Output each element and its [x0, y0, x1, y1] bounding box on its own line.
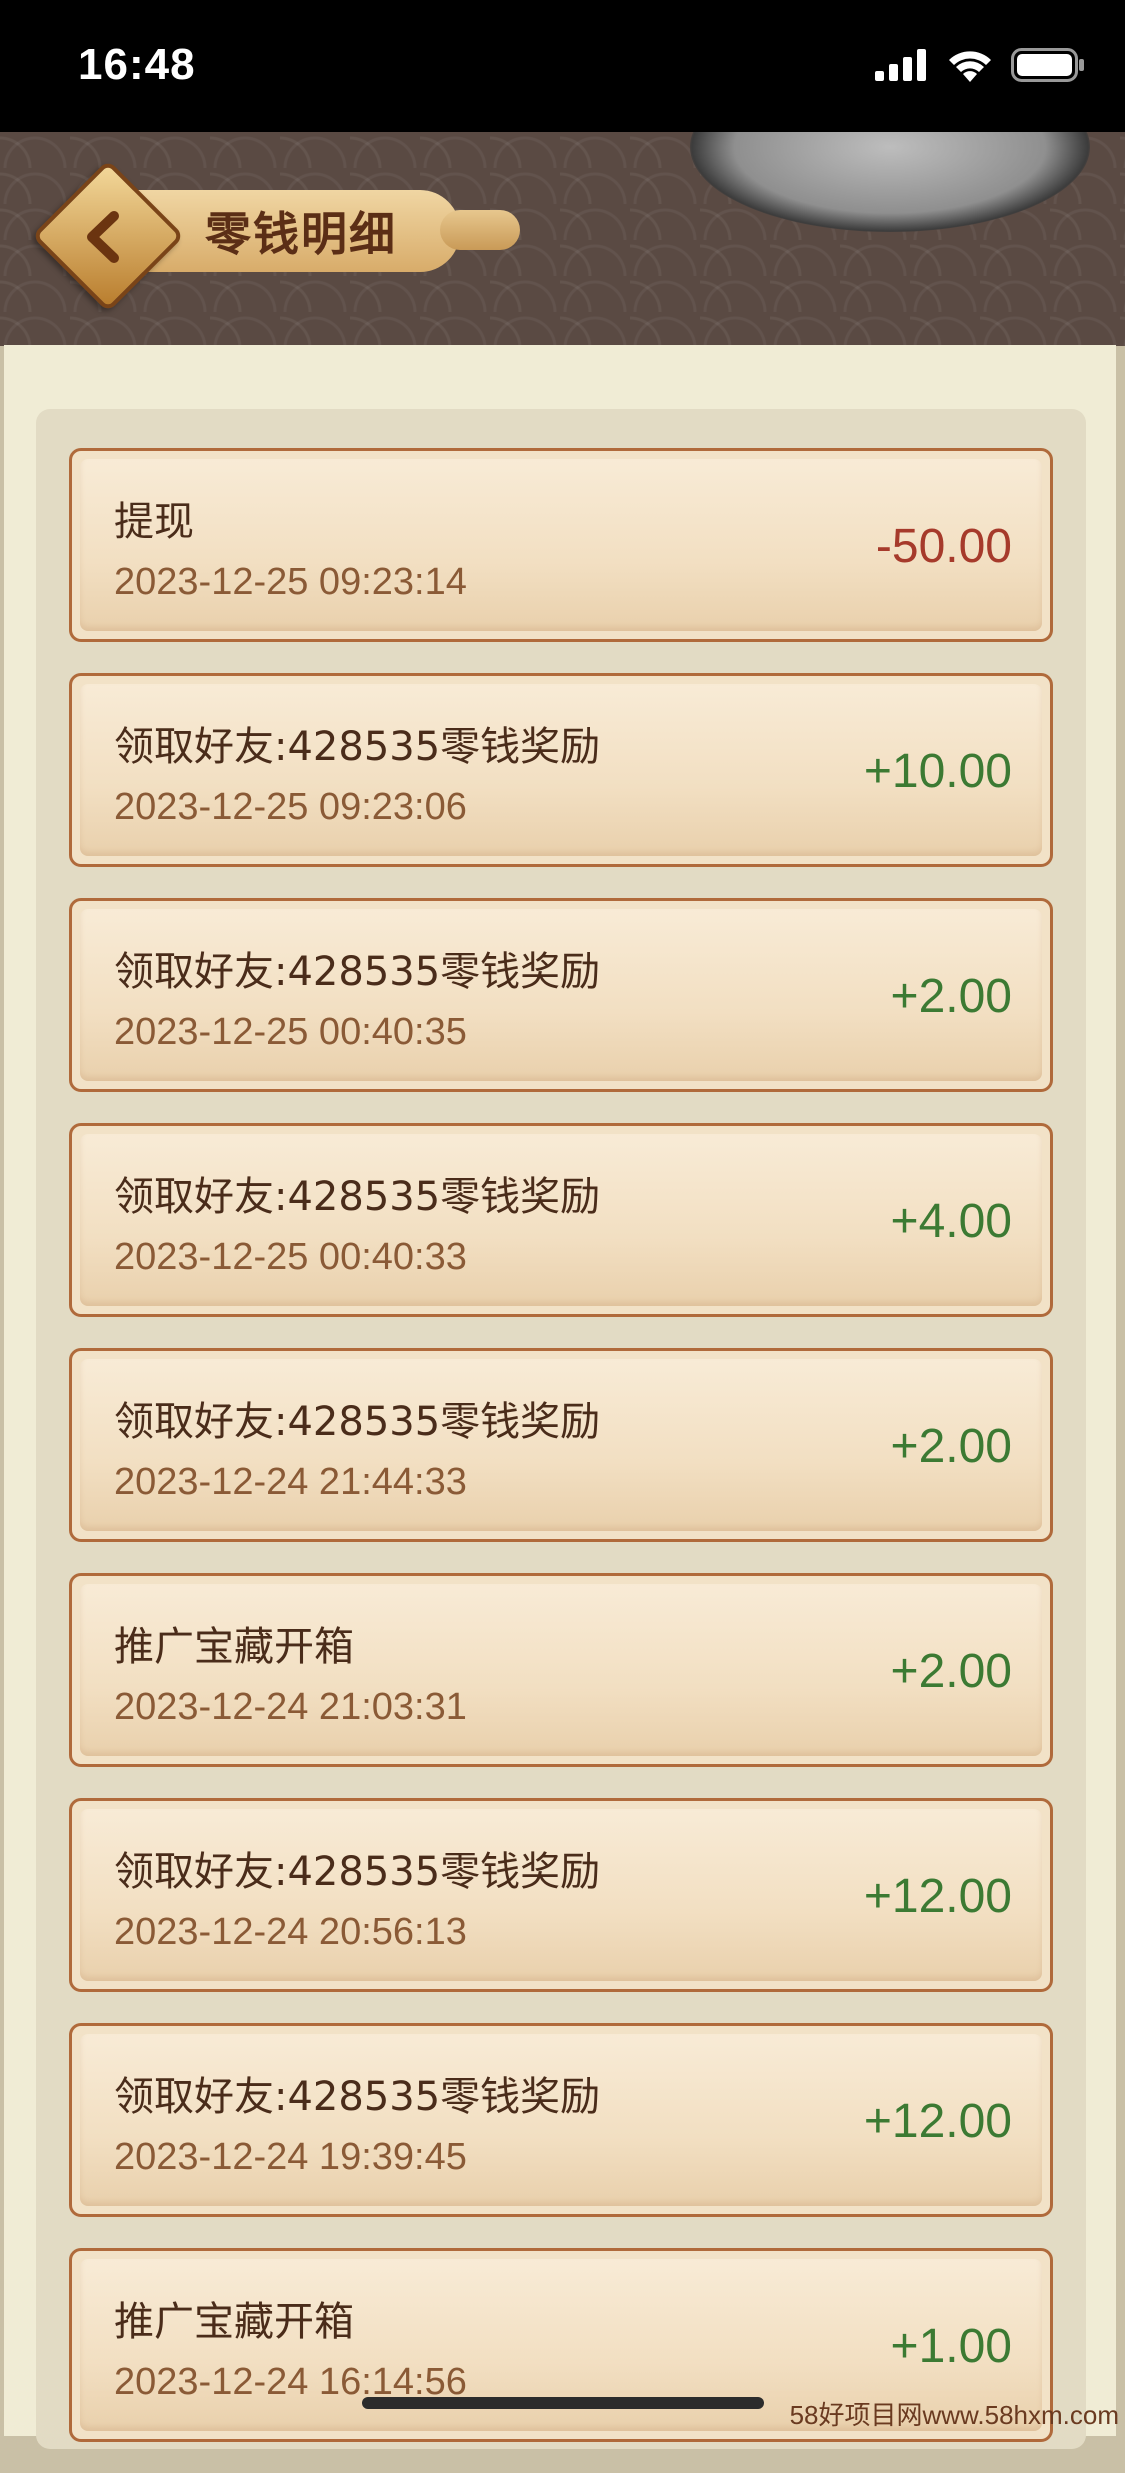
transaction-title: 推广宝藏开箱: [114, 1624, 354, 1670]
transaction-amount: -50.00: [875, 520, 1012, 573]
transaction-amount: +2.00: [890, 970, 1012, 1023]
transaction-time: 2023-12-24 21:44:33: [114, 1461, 467, 1503]
title-ribbon-tail: [440, 210, 520, 250]
watermark: 58好项目网www.58hxm.com: [789, 2400, 1119, 2430]
transaction-amount: +12.00: [863, 2095, 1012, 2148]
transaction-card: 领取好友:428535零钱奖励 2023-12-24 20:56:13 +12.…: [80, 1809, 1042, 1981]
transaction-title: 推广宝藏开箱: [114, 2299, 354, 2345]
transaction-title: 领取好友:428535零钱奖励: [114, 724, 601, 770]
transaction-item[interactable]: 领取好友:428535零钱奖励 2023-12-25 00:40:33 +4.0…: [69, 1123, 1053, 1317]
transaction-card: 领取好友:428535零钱奖励 2023-12-24 21:44:33 +2.0…: [80, 1359, 1042, 1531]
home-indicator: [362, 2397, 764, 2409]
transaction-card: 领取好友:428535零钱奖励 2023-12-25 09:23:06 +10.…: [80, 684, 1042, 856]
signal-icon: [875, 49, 926, 81]
transaction-amount: +2.00: [890, 1420, 1012, 1473]
transaction-card: 提现 2023-12-25 09:23:14 -50.00: [80, 459, 1042, 631]
header-ornament: [690, 132, 1090, 232]
chevron-left-icon[interactable]: [62, 194, 148, 280]
transaction-card: 领取好友:428535零钱奖励 2023-12-24 19:39:45 +12.…: [80, 2034, 1042, 2206]
transaction-title: 领取好友:428535零钱奖励: [114, 1399, 601, 1445]
transaction-time: 2023-12-25 00:40:33: [114, 1236, 467, 1278]
transaction-title: 领取好友:428535零钱奖励: [114, 2074, 601, 2120]
transaction-item[interactable]: 领取好友:428535零钱奖励 2023-12-25 09:23:06 +10.…: [69, 673, 1053, 867]
transaction-card: 推广宝藏开箱 2023-12-24 21:03:31 +2.00: [80, 1584, 1042, 1756]
transaction-time: 2023-12-25 09:23:14: [114, 561, 467, 603]
transaction-amount: +4.00: [890, 1195, 1012, 1248]
wifi-icon: [949, 51, 991, 82]
transaction-title: 领取好友:428535零钱奖励: [114, 949, 601, 995]
transaction-time: 2023-12-24 19:39:45: [114, 2136, 467, 2178]
status-icons: [875, 48, 1085, 82]
transaction-amount: +10.00: [863, 745, 1012, 798]
transaction-item[interactable]: 领取好友:428535零钱奖励 2023-12-24 21:44:33 +2.0…: [69, 1348, 1053, 1542]
transaction-amount: +12.00: [863, 1870, 1012, 1923]
transaction-item[interactable]: 提现 2023-12-25 09:23:14 -50.00: [69, 448, 1053, 642]
transaction-title: 领取好友:428535零钱奖励: [114, 1174, 601, 1220]
transaction-time: 2023-12-24 21:03:31: [114, 1686, 467, 1728]
transaction-list[interactable]: 提现 2023-12-25 09:23:14 -50.00 领取好友:42853…: [69, 448, 1053, 2473]
transaction-title: 提现: [114, 499, 194, 545]
transaction-title: 领取好友:428535零钱奖励: [114, 1849, 601, 1895]
status-bar: 16:48: [0, 0, 1125, 132]
transaction-time: 2023-12-25 09:23:06: [114, 786, 467, 828]
transaction-card: 领取好友:428535零钱奖励 2023-12-25 00:40:33 +4.0…: [80, 1134, 1042, 1306]
transaction-amount: +2.00: [890, 1645, 1012, 1698]
transaction-time: 2023-12-25 00:40:35: [114, 1011, 467, 1053]
transaction-card: 领取好友:428535零钱奖励 2023-12-25 00:40:35 +2.0…: [80, 909, 1042, 1081]
page-title: 零钱明细: [205, 207, 397, 261]
transaction-item[interactable]: 领取好友:428535零钱奖励 2023-12-24 20:56:13 +12.…: [69, 1798, 1053, 1992]
battery-icon: [1011, 48, 1084, 82]
transaction-item[interactable]: 领取好友:428535零钱奖励 2023-12-24 19:39:45 +12.…: [69, 2023, 1053, 2217]
transaction-time: 2023-12-24 20:56:13: [114, 1911, 467, 1953]
transaction-item[interactable]: 推广宝藏开箱 2023-12-24 21:03:31 +2.00: [69, 1573, 1053, 1767]
transaction-item[interactable]: 领取好友:428535零钱奖励 2023-12-25 00:40:35 +2.0…: [69, 898, 1053, 1092]
header: 零钱明细: [0, 132, 1125, 346]
status-time: 16:48: [78, 40, 196, 89]
transaction-amount: +1.00: [890, 2320, 1012, 2373]
